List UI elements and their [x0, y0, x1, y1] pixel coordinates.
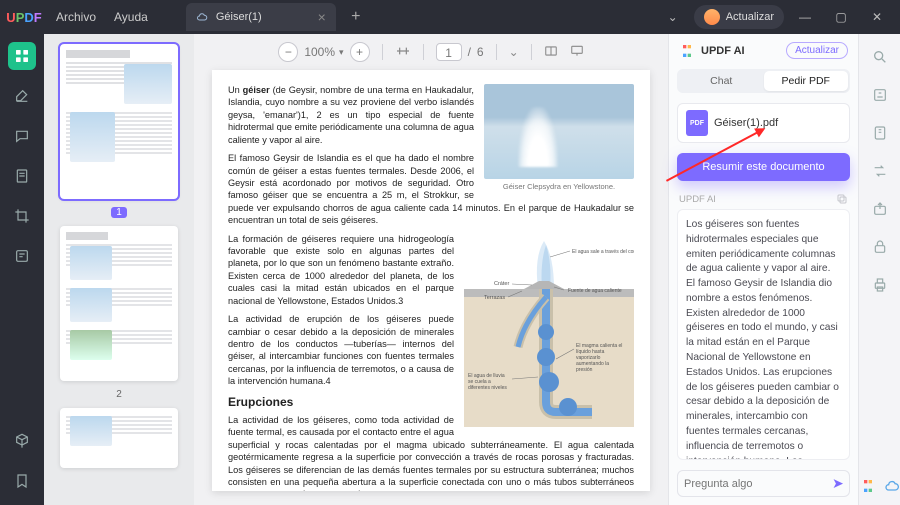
ai-shortcut-icon[interactable] [860, 478, 876, 497]
ocr-icon[interactable] [867, 82, 893, 108]
app-logo: UPDF [0, 10, 48, 25]
plugins-icon[interactable] [8, 427, 36, 455]
ai-summary-text: Los géiseres son fuentes hidrotermales e… [677, 209, 850, 460]
zoom-out-button[interactable]: − [278, 42, 298, 62]
close-tab-icon[interactable]: × [318, 9, 326, 25]
close-window-button[interactable]: ✕ [862, 2, 892, 32]
ai-ask-box: ➤ [677, 470, 850, 497]
minimize-button[interactable]: ― [790, 2, 820, 32]
page-thumbnail-3[interactable] [60, 408, 178, 468]
page-current-input[interactable]: 1 [436, 43, 462, 61]
ai-tab-pedir[interactable]: Pedir PDF [764, 71, 849, 91]
update-account-button[interactable]: Actualizar [694, 5, 784, 29]
maximize-button[interactable]: ▢ [826, 2, 856, 32]
diagram-label: Terrazas [484, 295, 505, 301]
menu-file[interactable]: Archivo [56, 10, 96, 24]
share-icon[interactable] [867, 196, 893, 222]
page-number-2: 2 [116, 389, 122, 400]
zoom-in-button[interactable]: + [350, 42, 370, 62]
send-icon[interactable]: ➤ [832, 475, 844, 492]
update-label: Actualizar [726, 11, 774, 23]
separator [531, 44, 532, 60]
ai-file-chip[interactable]: PDF Géiser(1).pdf [677, 103, 850, 143]
read-mode-icon[interactable] [544, 44, 558, 61]
convert-icon[interactable] [867, 158, 893, 184]
protect-icon[interactable] [867, 234, 893, 260]
figure-diagram: El agua sale a través del cono a interva… [464, 237, 634, 430]
document-tab[interactable]: Géiser(1) × [186, 3, 336, 31]
page-content[interactable]: Géiser Clepsydra en Yellowstone. Un géis… [212, 70, 650, 491]
copy-icon[interactable] [836, 193, 848, 205]
menu-help[interactable]: Ayuda [114, 10, 148, 24]
new-tab-button[interactable]: + [346, 8, 366, 26]
cloud-icon [196, 11, 208, 23]
ai-ask-input[interactable] [684, 478, 826, 490]
chevron-down-icon: ▾ [339, 47, 344, 58]
figure-caption: Géiser Clepsydra en Yellowstone. [484, 182, 634, 192]
zoom-level[interactable]: 100% ▾ [304, 45, 343, 59]
thumbnails-tool-icon[interactable] [8, 42, 36, 70]
ai-tabs: Chat Pedir PDF [677, 69, 850, 93]
ai-update-button[interactable]: Actualizar [786, 42, 848, 59]
comment-tool-icon[interactable] [8, 122, 36, 150]
diagram-label: Fuente de agua caliente [568, 288, 622, 294]
page-thumbnail-1[interactable] [60, 44, 178, 199]
ai-file-name: Géiser(1).pdf [714, 117, 778, 129]
viewer-toolbar: − 100% ▾ + 1 / 6 ⌄ [194, 34, 668, 70]
search-icon[interactable] [867, 44, 893, 70]
separator [496, 44, 497, 60]
chevron-down-icon[interactable]: ⌄ [658, 2, 688, 32]
figure-photo: Géiser Clepsydra en Yellowstone. [484, 84, 634, 192]
separator [382, 44, 383, 60]
titlebar: UPDF Archivo Ayuda Géiser(1) × + ⌄ Actua… [0, 0, 900, 34]
fit-width-icon[interactable] [395, 43, 411, 62]
ai-panel-title: UPDF AI [701, 45, 780, 57]
page-sep: / [468, 45, 471, 59]
diagram-label: El agua sale a través del cono a interva… [572, 249, 634, 255]
tab-title: Géiser(1) [216, 11, 262, 23]
diagram-label: Cráter [494, 281, 509, 287]
right-tool-rail [858, 34, 900, 505]
left-tool-rail [0, 34, 44, 505]
summarize-button[interactable]: Resumir este documento [677, 153, 850, 181]
crop-tool-icon[interactable] [8, 202, 36, 230]
thumbnails-panel: 1 2 [44, 34, 194, 505]
page-thumbnail-2[interactable] [60, 226, 178, 381]
document-viewer: − 100% ▾ + 1 / 6 ⌄ Géiser Clepsydra en Ye… [194, 34, 668, 505]
pdf-icon: PDF [686, 110, 708, 136]
ai-tab-chat[interactable]: Chat [679, 71, 764, 91]
bookmark-icon[interactable] [8, 467, 36, 495]
scroll-down-icon[interactable]: ⌄ [509, 45, 519, 59]
page-tool-icon[interactable] [8, 162, 36, 190]
ai-response-label: UPDF AI [679, 194, 716, 205]
page-total: 6 [477, 45, 484, 59]
presentation-icon[interactable] [570, 44, 584, 61]
separator [423, 44, 424, 60]
edit-tool-icon[interactable] [8, 82, 36, 110]
page-number-1: 1 [111, 207, 127, 218]
avatar-icon [704, 9, 720, 25]
cloud-shortcut-icon[interactable] [884, 478, 900, 497]
zoom-value: 100% [304, 45, 335, 59]
ai-panel: UPDF AI Actualizar Chat Pedir PDF PDF Gé… [668, 34, 858, 505]
ai-logo-icon [679, 43, 695, 59]
print-icon[interactable] [867, 272, 893, 298]
form-tool-icon[interactable] [8, 242, 36, 270]
compress-icon[interactable] [867, 120, 893, 146]
